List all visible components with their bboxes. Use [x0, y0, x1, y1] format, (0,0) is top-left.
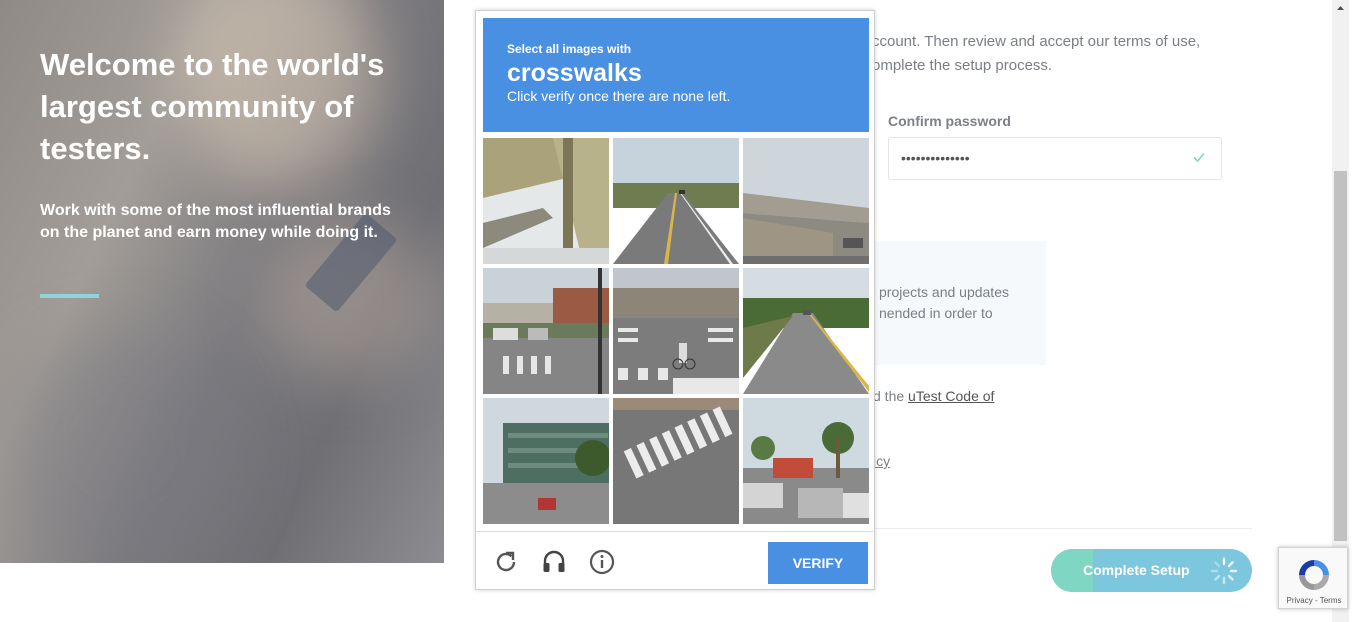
recaptcha-badge[interactable]: Privacy - Terms	[1278, 547, 1348, 609]
form-divider	[866, 528, 1252, 529]
captcha-header: Select all images with crosswalks Click …	[483, 18, 869, 132]
captcha-note: Click verify once there are none left.	[507, 88, 731, 104]
reload-icon[interactable]	[492, 548, 520, 576]
scroll-up-arrow-icon[interactable]	[1332, 0, 1349, 17]
captcha-tile-office[interactable]	[483, 398, 609, 524]
headphones-icon[interactable]	[540, 548, 568, 576]
captcha-challenge: Select all images with crosswalks Click …	[475, 10, 875, 590]
captcha-tile-road[interactable]	[613, 138, 739, 264]
check-icon	[1193, 152, 1205, 163]
code-prefix: d the	[873, 388, 909, 404]
recaptcha-links[interactable]: Privacy - Terms	[1279, 596, 1349, 605]
complete-setup-label: Complete Setup	[1083, 562, 1190, 578]
captcha-tile-intersection[interactable]	[483, 268, 609, 394]
captcha-tile-bridge[interactable]	[743, 138, 869, 264]
hero-subtitle: Work with some of the most influential b…	[40, 202, 391, 241]
scroll-thumb[interactable]	[1334, 171, 1347, 541]
hero-accent-rule	[40, 294, 99, 298]
recaptcha-logo-icon	[1299, 560, 1329, 590]
captcha-tile-overpass[interactable]	[483, 138, 609, 264]
hero-title: Welcome to the world's largest community…	[40, 47, 385, 166]
confirm-password-field[interactable]: ••••••••••••••	[888, 137, 1222, 180]
hero-panel: Welcome to the world's largest community…	[0, 0, 444, 563]
page-scrollbar[interactable]	[1332, 0, 1349, 622]
form-intro-line: omplete the setup process.	[872, 57, 1053, 74]
info-line: nended in order to	[879, 305, 993, 321]
spinner-icon	[1210, 557, 1238, 585]
info-line: projects and updates	[879, 284, 1009, 300]
info-icon[interactable]	[588, 548, 616, 576]
hero-photo-shadow	[0, 330, 240, 563]
captcha-tile-rural-road[interactable]	[743, 268, 869, 394]
captcha-footer-divider	[476, 531, 874, 532]
code-of-conduct-link[interactable]: uTest Code of	[908, 388, 994, 404]
captcha-image-grid	[483, 138, 869, 524]
info-text: projects and updates nended in order to	[879, 282, 1009, 324]
captcha-tile-crosswalk-cyclist[interactable]	[613, 268, 739, 394]
privacy-policy-link[interactable]: icy	[873, 453, 890, 469]
captcha-instruction: Select all images with	[507, 42, 632, 56]
captcha-keyword: crosswalks	[507, 59, 642, 87]
verify-button[interactable]: VERIFY	[768, 542, 868, 584]
confirm-password-label: Confirm password	[888, 113, 1011, 129]
form-intro-line: ccount. Then review and accept our terms…	[872, 33, 1201, 50]
complete-setup-button[interactable]: Complete Setup	[1051, 549, 1252, 592]
form-intro-text: ccount. Then review and accept our terms…	[872, 30, 1232, 78]
captcha-tile-crosswalk-stripes[interactable]	[613, 398, 739, 524]
confirm-password-value: ••••••••••••••	[901, 150, 970, 166]
captcha-tile-parking-lot[interactable]	[743, 398, 869, 524]
code-of-conduct-text: d the uTest Code of	[873, 388, 994, 404]
